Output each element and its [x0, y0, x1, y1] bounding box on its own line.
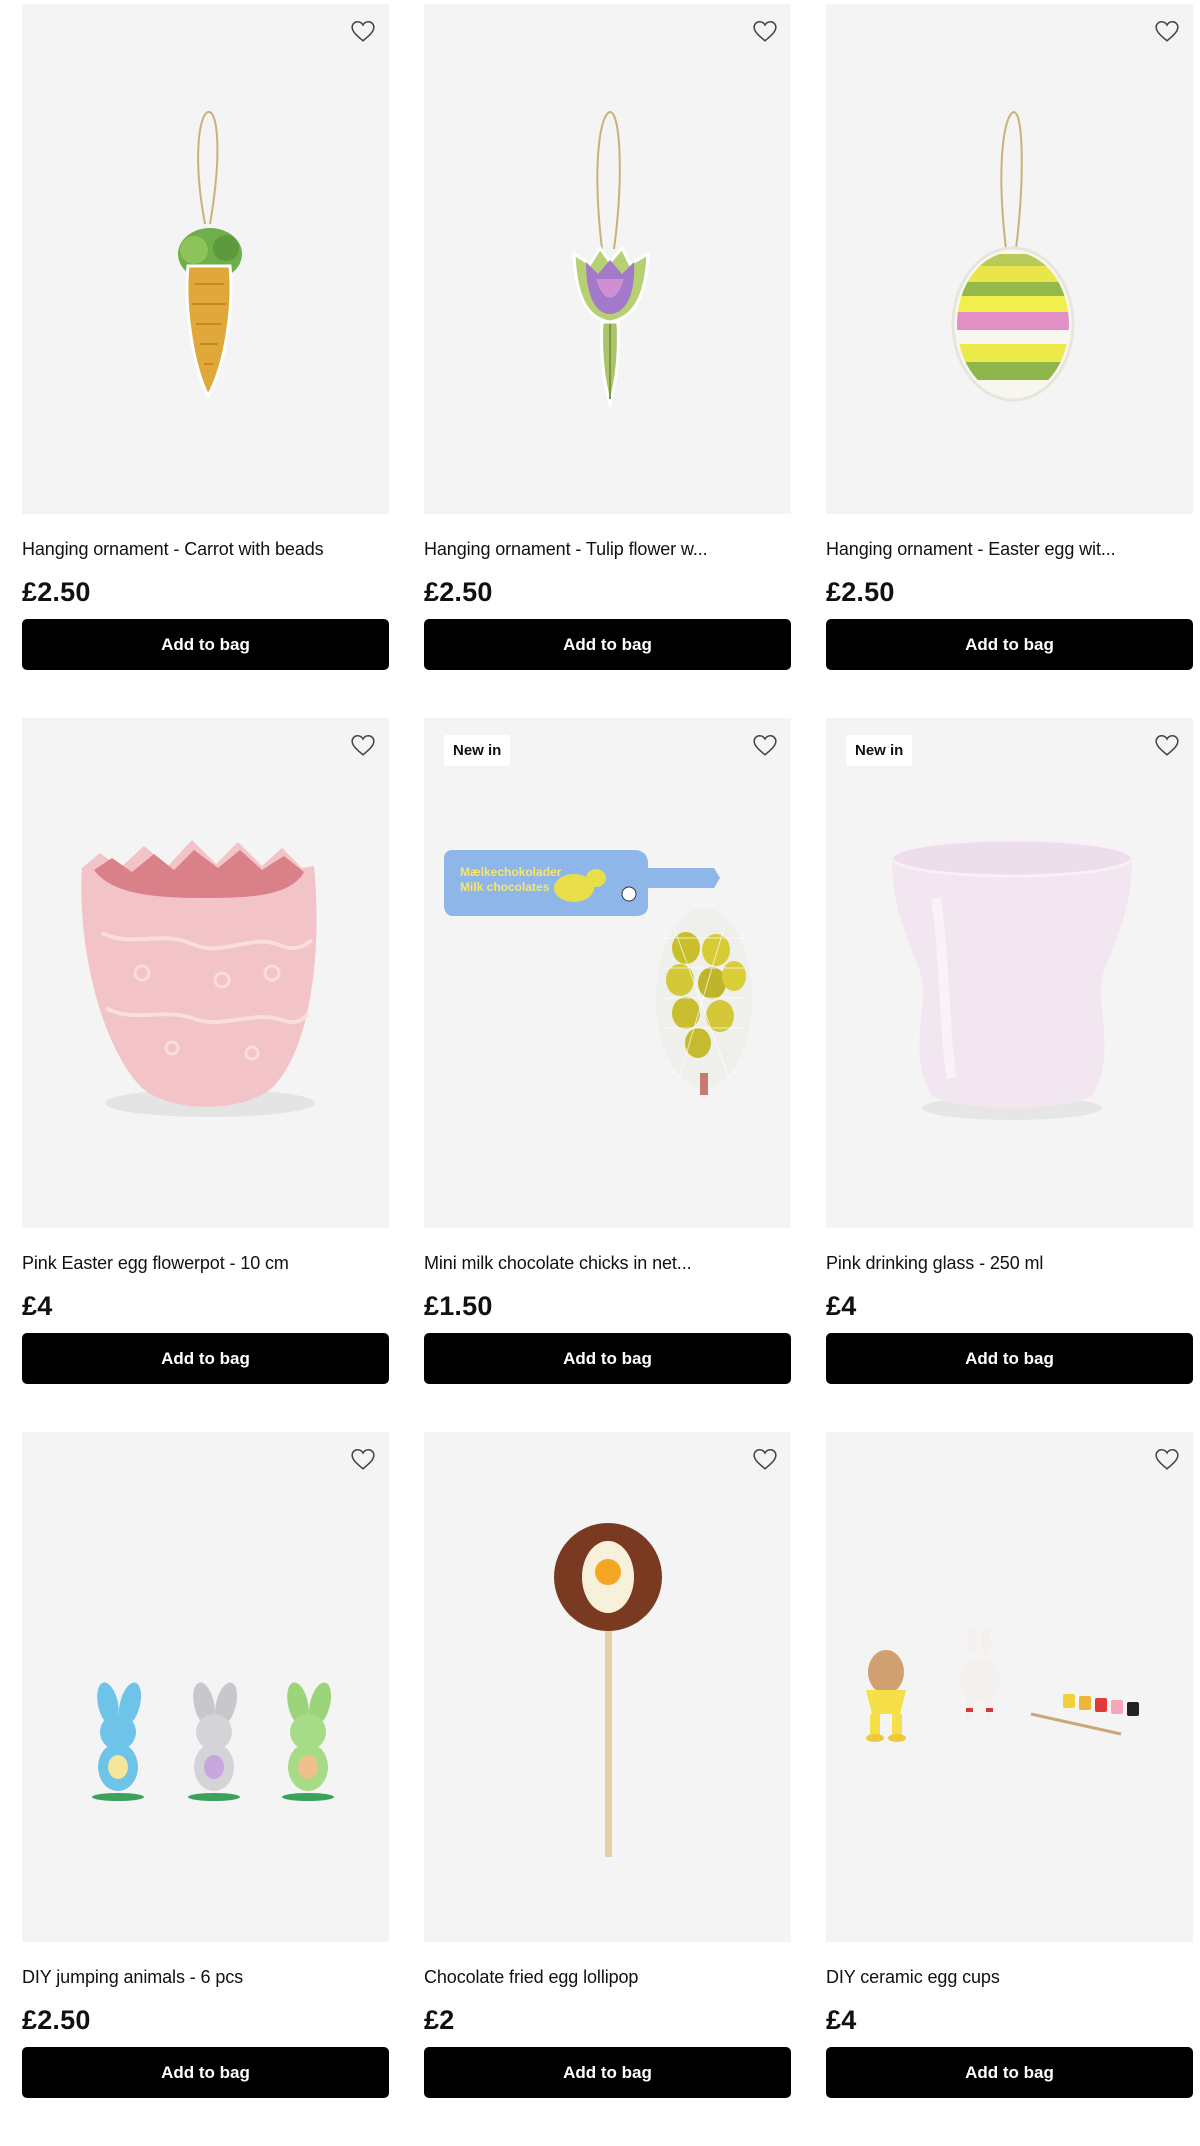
product-price: £4 [826, 2005, 857, 2035]
product-price: £2.50 [22, 2005, 91, 2035]
product-card[interactable]: Chocolate fried egg lollipop £2 Add to b… [424, 1432, 791, 2146]
favourite-heart-icon[interactable] [1154, 1446, 1180, 1472]
product-card[interactable]: DIY jumping animals - 6 pcs £2.50 Add to… [22, 1432, 389, 2146]
product-title[interactable]: Hanging ornament - Tulip flower w... [424, 539, 791, 563]
add-to-bag-button[interactable]: Add to bag [826, 619, 1193, 670]
product-card[interactable]: Hanging ornament - Easter egg wit... £2.… [826, 4, 1193, 718]
product-image-area[interactable] [424, 1432, 791, 1942]
new-in-badge: New in [846, 735, 913, 766]
product-price: £4 [22, 1291, 53, 1321]
product-image-area[interactable] [22, 1432, 389, 1942]
pink-egg-flowerpot-image [81, 840, 317, 1117]
product-image-area[interactable]: Mælkechokolader Milk chocolates New in [424, 718, 791, 1228]
ceramic-egg-cups-image [866, 1628, 1139, 1742]
product-card[interactable]: Hanging ornament - Tulip flower w... £2.… [424, 4, 791, 718]
product-card[interactable]: DIY ceramic egg cups £4 Add to bag [826, 1432, 1193, 2146]
product-image-area[interactable] [22, 718, 389, 1228]
product-title[interactable]: Pink Easter egg flowerpot - 10 cm [22, 1253, 389, 1277]
product-price: £4 [826, 1291, 857, 1321]
product-image-area[interactable] [826, 1432, 1193, 1942]
product-title[interactable]: Hanging ornament - Easter egg wit... [826, 539, 1193, 563]
add-to-bag-button[interactable]: Add to bag [22, 619, 389, 670]
fried-egg-lollipop-image [554, 1523, 662, 1857]
chocolate-chicks-net-image: Mælkechokolader Milk chocolates [444, 850, 752, 1095]
product-price: £2 [424, 2005, 455, 2035]
favourite-heart-icon[interactable] [350, 732, 376, 758]
add-to-bag-button[interactable]: Add to bag [22, 1333, 389, 1384]
add-to-bag-button[interactable]: Add to bag [22, 2047, 389, 2098]
pink-drinking-glass-image [890, 838, 1134, 1120]
product-title[interactable]: Chocolate fried egg lollipop [424, 1967, 791, 1991]
product-image-area[interactable] [826, 4, 1193, 514]
grey-bunny-icon [188, 1682, 240, 1801]
favourite-heart-icon[interactable] [1154, 18, 1180, 44]
product-title[interactable]: Mini milk chocolate chicks in net... [424, 1253, 791, 1277]
package-text-line: Mælkechokolader [460, 865, 562, 879]
product-price: £2.50 [22, 577, 91, 607]
product-card[interactable]: Mælkechokolader Milk chocolates New in M… [424, 718, 791, 1432]
favourite-heart-icon[interactable] [350, 1446, 376, 1472]
product-card[interactable]: Hanging ornament - Carrot with beads £2.… [22, 4, 389, 718]
jumping-bunnies-image [92, 1682, 334, 1801]
favourite-heart-icon[interactable] [752, 1446, 778, 1472]
add-to-bag-button[interactable]: Add to bag [424, 1333, 791, 1384]
new-in-badge: New in [444, 735, 511, 766]
egg-ornament-image [951, 110, 1075, 402]
favourite-heart-icon[interactable] [752, 732, 778, 758]
package-text-line: Milk chocolates [460, 880, 550, 894]
product-card[interactable]: New in Pink drinking glass - 250 ml £4 A… [826, 718, 1193, 1432]
add-to-bag-button[interactable]: Add to bag [826, 1333, 1193, 1384]
product-image-area[interactable]: New in [826, 718, 1193, 1228]
product-price: £2.50 [424, 577, 493, 607]
add-to-bag-button[interactable]: Add to bag [424, 2047, 791, 2098]
product-grid: Hanging ornament - Carrot with beads £2.… [22, 4, 1193, 2146]
green-bunny-icon [282, 1682, 334, 1801]
favourite-heart-icon[interactable] [752, 18, 778, 44]
tulip-ornament-image [572, 110, 650, 410]
product-card[interactable]: Pink Easter egg flowerpot - 10 cm £4 Add… [22, 718, 389, 1432]
blue-bunny-icon [92, 1682, 144, 1801]
favourite-heart-icon[interactable] [1154, 732, 1180, 758]
product-image-area[interactable] [22, 4, 389, 514]
product-price: £1.50 [424, 1291, 493, 1321]
carrot-ornament-image [178, 111, 242, 400]
product-title[interactable]: DIY ceramic egg cups [826, 1967, 1193, 1991]
product-title[interactable]: DIY jumping animals - 6 pcs [22, 1967, 389, 1991]
product-image-area[interactable] [424, 4, 791, 514]
product-title[interactable]: Pink drinking glass - 250 ml [826, 1253, 1193, 1277]
add-to-bag-button[interactable]: Add to bag [424, 619, 791, 670]
product-title[interactable]: Hanging ornament - Carrot with beads [22, 539, 389, 563]
favourite-heart-icon[interactable] [350, 18, 376, 44]
product-price: £2.50 [826, 577, 895, 607]
add-to-bag-button[interactable]: Add to bag [826, 2047, 1193, 2098]
